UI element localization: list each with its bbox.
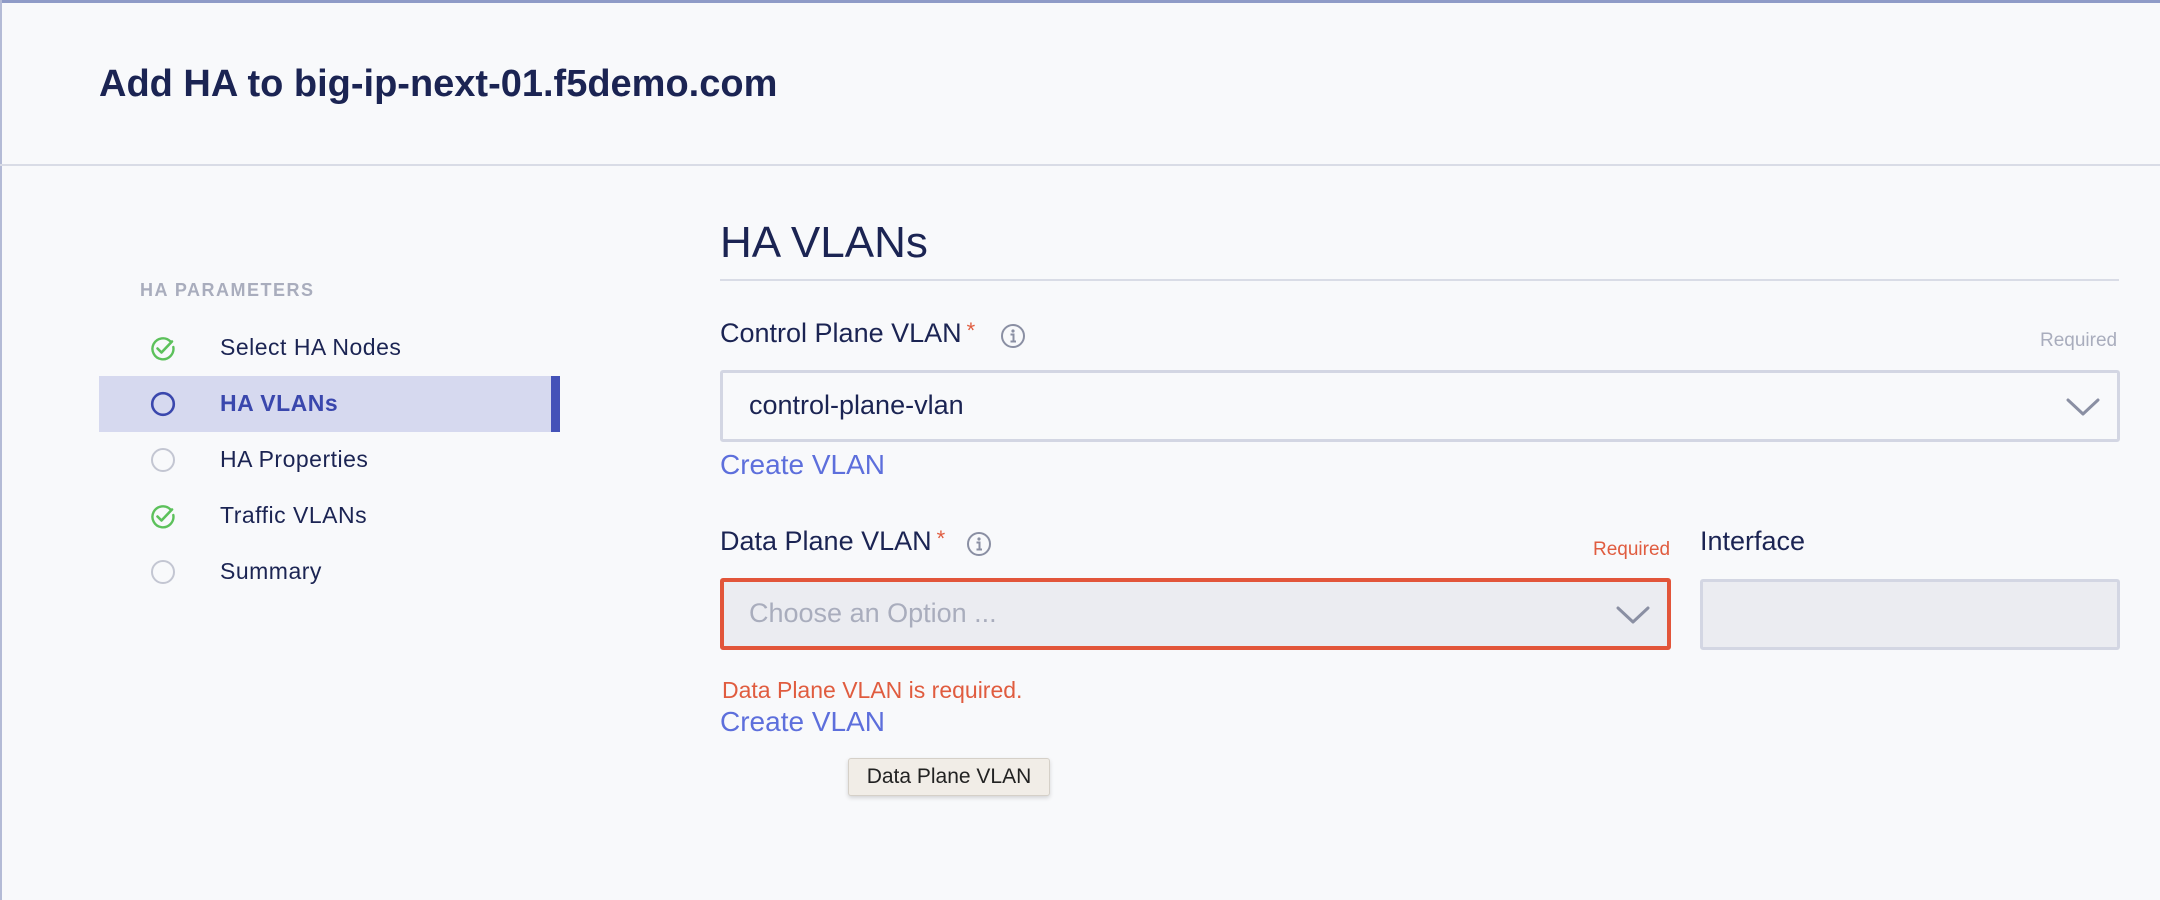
wizard-steps: Select HA Nodes HA VLANs HA Properties T… <box>99 320 560 600</box>
required-asterisk: * <box>936 526 946 551</box>
chevron-down-icon <box>2066 398 2100 416</box>
create-control-plane-vlan-link[interactable]: Create VLAN <box>720 449 885 481</box>
control-plane-vlan-value: control-plane-vlan <box>749 390 964 420</box>
control-plane-vlan-label-text: Control Plane VLAN <box>720 318 962 348</box>
control-plane-vlan-label: Control Plane VLAN * <box>720 318 975 349</box>
data-plane-error-message: Data Plane VLAN is required. <box>722 677 1023 703</box>
step-select-ha-nodes[interactable]: Select HA Nodes <box>99 320 560 376</box>
step-label: Traffic VLANs <box>220 502 368 528</box>
check-circle-icon <box>151 505 175 529</box>
step-ha-properties[interactable]: HA Properties <box>99 432 560 488</box>
step-summary[interactable]: Summary <box>99 544 560 600</box>
section-title: HA VLANs <box>720 218 928 267</box>
check-circle-icon <box>151 337 175 361</box>
chevron-down-icon <box>1616 606 1650 624</box>
step-label: Summary <box>220 558 322 584</box>
circle-icon <box>151 448 175 472</box>
step-label: Select HA Nodes <box>220 334 402 360</box>
interface-label: Interface <box>1700 526 1806 556</box>
tooltip: Data Plane VLAN <box>848 758 1050 796</box>
required-asterisk: * <box>966 318 976 343</box>
data-plane-vlan-label-text: Data Plane VLAN <box>720 526 932 556</box>
step-label: HA VLANs <box>220 390 339 416</box>
circle-icon <box>151 560 175 584</box>
step-label: HA Properties <box>220 446 369 472</box>
section-divider <box>720 279 2119 281</box>
create-data-plane-vlan-link[interactable]: Create VLAN <box>720 706 885 738</box>
info-icon[interactable] <box>1000 323 1026 349</box>
page-header: Add HA to big-ip-next-01.f5demo.com <box>0 3 2160 166</box>
info-icon[interactable] <box>966 531 992 557</box>
circle-icon <box>150 391 176 417</box>
step-traffic-vlans[interactable]: Traffic VLANs <box>99 488 560 544</box>
sidebar-section-title: HA PARAMETERS <box>140 280 315 300</box>
data-plane-vlan-placeholder: Choose an Option ... <box>749 598 997 628</box>
control-plane-required-hint: Required <box>2040 330 2118 351</box>
control-plane-vlan-select[interactable]: control-plane-vlan <box>720 370 2120 442</box>
step-ha-vlans[interactable]: HA VLANs <box>99 376 560 432</box>
data-plane-vlan-select[interactable]: Choose an Option ... <box>720 578 1671 650</box>
data-plane-required-hint: Required <box>1593 539 1671 560</box>
page-title: Add HA to big-ip-next-01.f5demo.com <box>99 63 778 105</box>
interface-field <box>1700 579 2120 650</box>
data-plane-vlan-label: Data Plane VLAN * <box>720 526 945 557</box>
